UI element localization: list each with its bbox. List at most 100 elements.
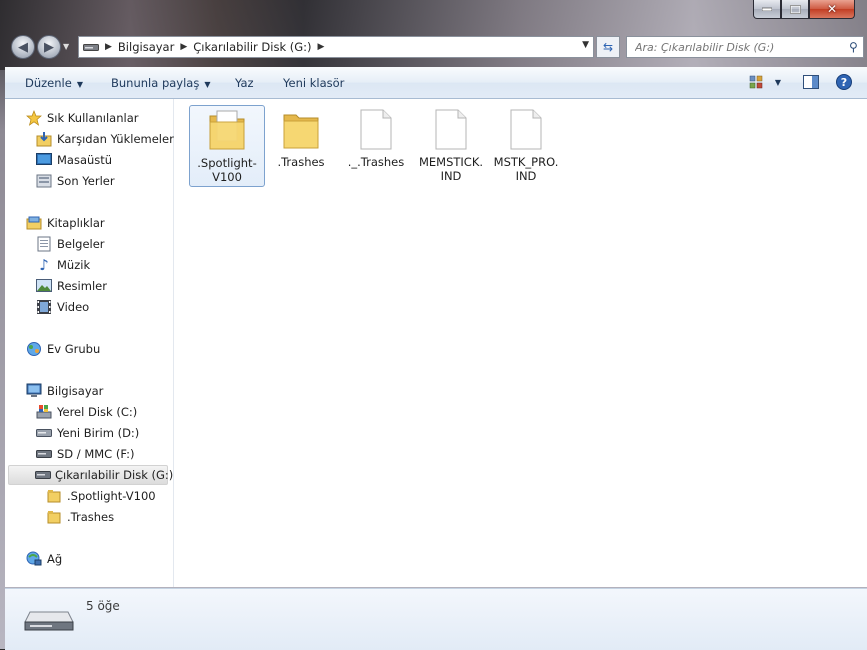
file-item-mstk-pro[interactable]: MSTK_PRO. IND bbox=[489, 105, 563, 185]
item-count: 5 öğe bbox=[86, 599, 120, 613]
organize-button[interactable]: Düzenle ▼ bbox=[25, 76, 83, 90]
nav-libraries-label: Kitaplıklar bbox=[47, 216, 105, 230]
video-icon bbox=[35, 299, 53, 315]
recent-pages-dropdown[interactable]: ▼ bbox=[63, 42, 69, 51]
nav-downloads-label: Karşıdan Yüklemeler bbox=[57, 132, 174, 146]
nav-recent-places[interactable]: Son Yerler bbox=[35, 172, 115, 190]
removable-drive-icon bbox=[35, 446, 53, 462]
help-button[interactable]: ? bbox=[835, 73, 853, 91]
breadcrumb-computer[interactable]: Bilgisayar bbox=[118, 40, 174, 54]
documents-icon bbox=[35, 236, 53, 252]
breadcrumb-removable-disk[interactable]: Çıkarılabilir Disk (G:) bbox=[193, 40, 311, 54]
back-button[interactable]: ◀ bbox=[11, 35, 35, 59]
nav-music-label: Müzik bbox=[57, 258, 91, 272]
nav-folder-trashes-label: .Trashes bbox=[67, 510, 115, 524]
removable-drive-icon bbox=[24, 608, 74, 637]
nav-pictures-label: Resimler bbox=[57, 279, 107, 293]
file-icon bbox=[489, 105, 563, 151]
breadcrumb-separator-icon[interactable]: ▶ bbox=[180, 42, 187, 52]
file-name-line2: IND bbox=[440, 169, 462, 183]
svg-text:?: ? bbox=[841, 76, 847, 89]
nav-network[interactable]: Ağ bbox=[25, 550, 62, 568]
forward-button[interactable]: ▶ bbox=[37, 35, 61, 59]
minimize-icon bbox=[762, 7, 772, 11]
nav-folder-spotlight[interactable]: .Spotlight-V100 bbox=[45, 487, 156, 505]
nav-libraries[interactable]: Kitaplıklar bbox=[25, 214, 105, 232]
burn-button[interactable]: Yaz bbox=[235, 76, 254, 90]
pictures-icon bbox=[35, 278, 53, 294]
view-options-button[interactable] bbox=[747, 73, 765, 91]
close-icon: ✕ bbox=[826, 2, 838, 16]
recent-places-icon bbox=[35, 173, 53, 189]
folder-icon bbox=[45, 488, 63, 504]
music-icon: ♪ bbox=[39, 256, 49, 274]
file-item-memstick[interactable]: MEMSTICK. IND bbox=[414, 105, 488, 185]
search-icon[interactable]: ⚲ bbox=[849, 40, 858, 54]
view-options-icon bbox=[749, 75, 763, 89]
nav-homegroup-label: Ev Grubu bbox=[47, 342, 101, 356]
file-name-line1: .Trashes bbox=[277, 155, 325, 169]
nav-computer-label: Bilgisayar bbox=[47, 384, 104, 398]
chevron-down-icon: ▼ bbox=[204, 80, 211, 89]
file-item-name: ._.Trashes bbox=[339, 155, 413, 169]
folder-icon bbox=[190, 106, 264, 152]
details-pane: 5 öğe bbox=[5, 588, 867, 650]
search-box: ⚲ bbox=[626, 36, 864, 58]
downloads-icon bbox=[35, 131, 53, 147]
folder-icon bbox=[264, 105, 338, 151]
nav-pictures[interactable]: Resimler bbox=[35, 277, 107, 295]
nav-favorites[interactable]: Sık Kullanılanlar bbox=[25, 109, 139, 127]
nav-drive-f[interactable]: SD / MMC (F:) bbox=[35, 445, 134, 463]
window-frame: ✕ ◀ ▶ ▼ ▶ Bilgisayar ▶ Çıkarılabilir Dis… bbox=[0, 0, 867, 650]
nav-drive-f-label: SD / MMC (F:) bbox=[57, 447, 135, 461]
nav-music[interactable]: ♪ Müzik bbox=[35, 256, 90, 274]
help-icon: ? bbox=[836, 74, 852, 90]
removable-drive-icon bbox=[35, 467, 51, 483]
nav-recent-places-label: Son Yerler bbox=[57, 174, 115, 188]
file-item-dot-trashes[interactable]: ._.Trashes bbox=[339, 105, 413, 185]
nav-drive-c[interactable]: Yerel Disk (C:) bbox=[35, 403, 137, 421]
share-button[interactable]: Bununla paylaş ▼ bbox=[111, 76, 210, 90]
nav-documents[interactable]: Belgeler bbox=[35, 235, 105, 253]
forward-arrow-icon: ▶ bbox=[44, 39, 54, 55]
computer-icon bbox=[25, 383, 43, 399]
nav-drive-d[interactable]: Yeni Birim (D:) bbox=[35, 424, 139, 442]
star-icon bbox=[25, 110, 43, 126]
view-dropdown[interactable]: ▼ bbox=[769, 73, 787, 91]
address-dropdown-icon[interactable]: ▼ bbox=[582, 40, 589, 50]
nav-documents-label: Belgeler bbox=[57, 237, 105, 251]
homegroup-icon bbox=[25, 341, 43, 357]
file-item-spotlight[interactable]: .Spotlight- V100 bbox=[189, 105, 265, 187]
file-name-line1: MEMSTICK. bbox=[418, 155, 484, 169]
breadcrumb-separator-icon[interactable]: ▶ bbox=[105, 42, 112, 52]
system-drive-icon bbox=[35, 404, 53, 420]
nav-computer[interactable]: Bilgisayar bbox=[25, 382, 103, 400]
maximize-button[interactable] bbox=[781, 0, 809, 19]
explorer-body: Sık Kullanılanlar Karşıdan Yüklemeler Ma… bbox=[5, 99, 867, 587]
file-item-name: MEMSTICK. IND bbox=[414, 155, 488, 183]
chevron-down-icon: ▼ bbox=[774, 77, 782, 87]
file-name-line2: IND bbox=[515, 169, 537, 183]
file-item-trashes[interactable]: .Trashes bbox=[264, 105, 338, 185]
nav-drive-c-label: Yerel Disk (C:) bbox=[57, 405, 138, 419]
nav-folder-trashes[interactable]: .Trashes bbox=[45, 508, 114, 526]
nav-downloads[interactable]: Karşıdan Yüklemeler bbox=[35, 130, 174, 148]
address-bar[interactable]: ▶ Bilgisayar ▶ Çıkarılabilir Disk (G:) ▶… bbox=[78, 36, 594, 58]
minimize-button[interactable] bbox=[753, 0, 781, 19]
refresh-button[interactable]: ⇆ bbox=[596, 36, 620, 58]
nav-drive-g[interactable]: Çıkarılabilir Disk (G:) bbox=[8, 465, 173, 485]
refresh-icon: ⇆ bbox=[602, 40, 614, 54]
burn-label: Yaz bbox=[235, 76, 254, 90]
desktop-icon bbox=[35, 152, 53, 168]
search-input[interactable] bbox=[627, 39, 847, 55]
new-folder-button[interactable]: Yeni klasör bbox=[283, 76, 344, 90]
preview-pane-button[interactable] bbox=[802, 73, 820, 91]
nav-videos[interactable]: Video bbox=[35, 298, 89, 316]
nav-homegroup[interactable]: Ev Grubu bbox=[25, 340, 100, 358]
breadcrumb-separator-icon[interactable]: ▶ bbox=[318, 42, 325, 52]
file-item-name: .Trashes bbox=[264, 155, 338, 169]
caption-buttons: ✕ bbox=[753, 0, 855, 20]
nav-desktop[interactable]: Masaüstü bbox=[35, 151, 112, 169]
close-button[interactable]: ✕ bbox=[809, 0, 855, 19]
nav-drive-g-label: Çıkarılabilir Disk (G:) bbox=[55, 468, 174, 482]
